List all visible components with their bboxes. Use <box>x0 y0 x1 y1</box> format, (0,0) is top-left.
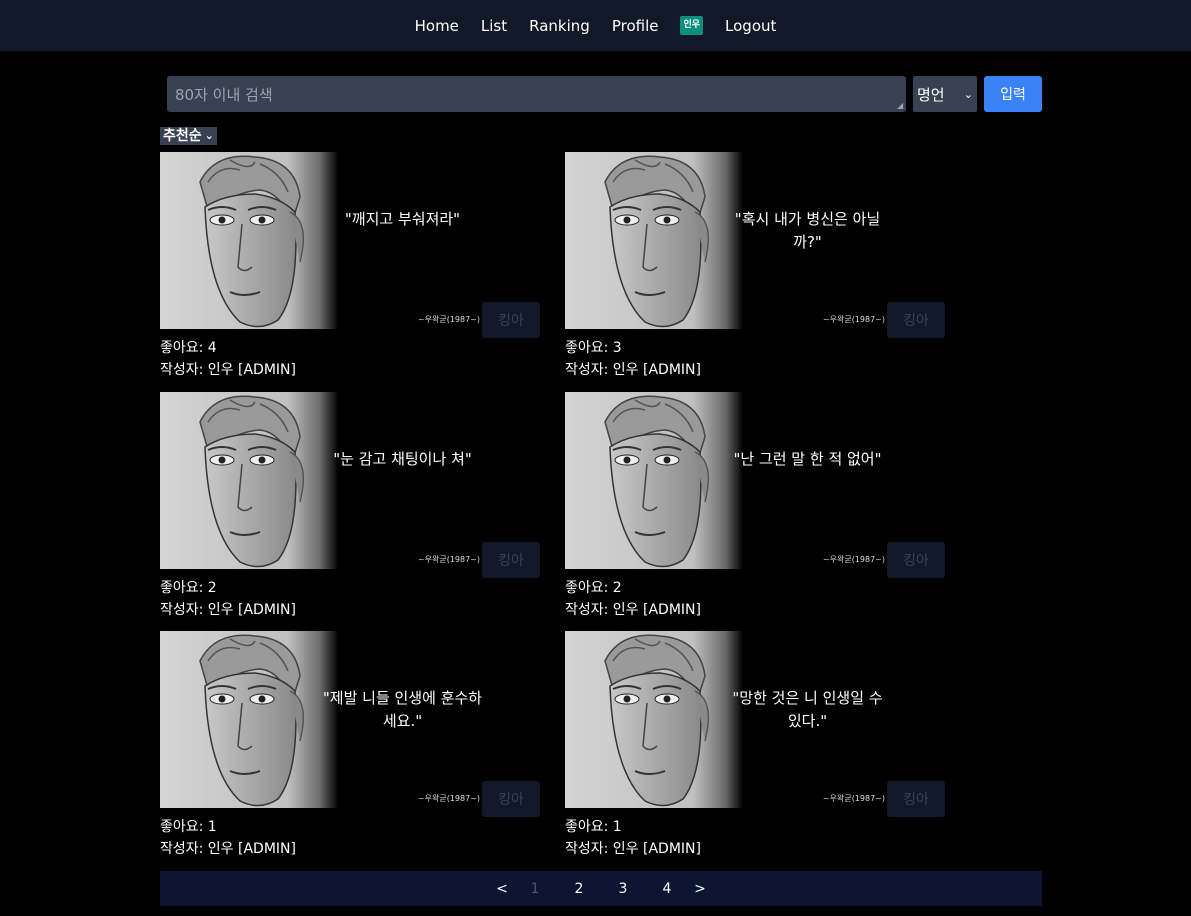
category-select-value: 명언 <box>917 85 945 104</box>
top-navbar: Home List Ranking Profile 인우 Logout <box>0 0 1191 51</box>
like-button[interactable]: 킹아 <box>887 302 945 338</box>
likes-count: 좋아요: 2 <box>565 580 622 596</box>
quote-attribution: ~우왁굳(1987~) <box>822 555 885 564</box>
pagination-page-1[interactable]: 1 <box>513 881 557 897</box>
user-avatar-badge[interactable]: 인우 <box>680 16 704 35</box>
pagination-page-2[interactable]: 2 <box>557 881 601 897</box>
nav-logout-link[interactable]: Logout <box>725 17 776 35</box>
likes-count: 좋아요: 4 <box>160 340 217 356</box>
portrait-illustration <box>565 392 743 569</box>
likes-count: 좋아요: 3 <box>565 340 622 356</box>
quote-text: "제발 니들 인생에 훈수하세요." <box>322 689 483 730</box>
quote-attribution: ~우왁굳(1987~) <box>417 315 480 324</box>
quote-image <box>160 631 338 808</box>
likes-count: 좋아요: 2 <box>160 580 217 596</box>
portrait-illustration <box>160 392 338 569</box>
like-button[interactable]: 킹아 <box>482 781 540 817</box>
portrait-illustration <box>160 631 338 808</box>
quote-text: "혹시 내가 병신은 아닐까?" <box>734 210 881 251</box>
author-label: 작성자: 인우 [ADMIN] <box>565 362 701 378</box>
author-label: 작성자: 인우 [ADMIN] <box>160 841 296 857</box>
quote-card: "혹시 내가 병신은 아닐까?" ~우왁굳(1987~) 킹아좋아요: 3 작성자: … <box>565 152 945 378</box>
author-label: 작성자: 인우 [ADMIN] <box>160 602 296 618</box>
nav-list-link[interactable]: List <box>481 17 507 35</box>
portrait-illustration <box>565 152 743 329</box>
likes-count: 좋아요: 1 <box>565 819 622 835</box>
quote-image <box>160 152 338 329</box>
quote-card: "제발 니들 인생에 훈수하세요." ~우왁굳(1987~) 킹아좋아요: 1 작성자… <box>160 631 540 857</box>
sort-select[interactable]: 추천순 ⌄ <box>160 127 217 145</box>
quote-card: "망한 것은 니 인생일 수 있다." ~우왁굳(1987~) 킹아좋아요: 1 작성… <box>565 631 945 857</box>
likes-count: 좋아요: 1 <box>160 819 217 835</box>
quote-text: "난 그런 말 한 적 없어" <box>733 450 882 468</box>
resize-grip-icon[interactable]: ◢ <box>897 102 905 110</box>
submit-button[interactable]: 입력 <box>984 76 1042 112</box>
like-button[interactable]: 킹아 <box>887 781 945 817</box>
nav-profile-link[interactable]: Profile <box>612 17 659 35</box>
portrait-illustration <box>565 631 743 808</box>
pagination-page-4[interactable]: 4 <box>645 881 689 897</box>
quote-attribution: ~우왁굳(1987~) <box>417 794 480 803</box>
pagination-page-3[interactable]: 3 <box>601 881 645 897</box>
quote-card: "난 그런 말 한 적 없어" ~우왁굳(1987~) 킹아좋아요: 2 작성자: 인… <box>565 392 945 618</box>
pagination-prev-button[interactable]: < <box>491 881 513 897</box>
quote-card: "눈 감고 채팅이나 쳐" ~우왁굳(1987~) 킹아좋아요: 2 작성자: 인우 … <box>160 392 540 618</box>
portrait-illustration <box>160 152 338 329</box>
search-input[interactable] <box>167 76 906 112</box>
quote-card: "깨지고 부숴져라" ~우왁굳(1987~) 킹아좋아요: 4 작성자: 인우 [AD… <box>160 152 540 378</box>
nav-home-link[interactable]: Home <box>415 17 459 35</box>
author-label: 작성자: 인우 [ADMIN] <box>565 602 701 618</box>
author-label: 작성자: 인우 [ADMIN] <box>160 362 296 378</box>
author-label: 작성자: 인우 [ADMIN] <box>565 841 701 857</box>
like-button[interactable]: 킹아 <box>482 302 540 338</box>
chevron-down-icon: ⌄ <box>963 87 973 101</box>
quote-text: "깨지고 부숴져라" <box>344 210 461 228</box>
sort-select-value: 추천순 <box>163 128 202 144</box>
quote-image <box>565 392 743 569</box>
quote-text: "망한 것은 니 인생일 수 있다." <box>732 689 883 730</box>
quote-attribution: ~우왁굳(1987~) <box>822 315 885 324</box>
quote-image <box>160 392 338 569</box>
nav-ranking-link[interactable]: Ranking <box>529 17 590 35</box>
category-select[interactable]: 명언 ⌄ <box>913 76 977 112</box>
quote-attribution: ~우왁굳(1987~) <box>822 794 885 803</box>
quote-image <box>565 631 743 808</box>
quote-text: "눈 감고 채팅이나 쳐" <box>333 450 472 468</box>
pagination: < 1 2 3 4 > <box>160 871 1042 906</box>
like-button[interactable]: 킹아 <box>887 542 945 578</box>
quote-attribution: ~우왁굳(1987~) <box>417 555 480 564</box>
chevron-down-icon: ⌄ <box>204 129 214 142</box>
pagination-next-button[interactable]: > <box>689 881 711 897</box>
like-button[interactable]: 킹아 <box>482 542 540 578</box>
quote-image <box>565 152 743 329</box>
